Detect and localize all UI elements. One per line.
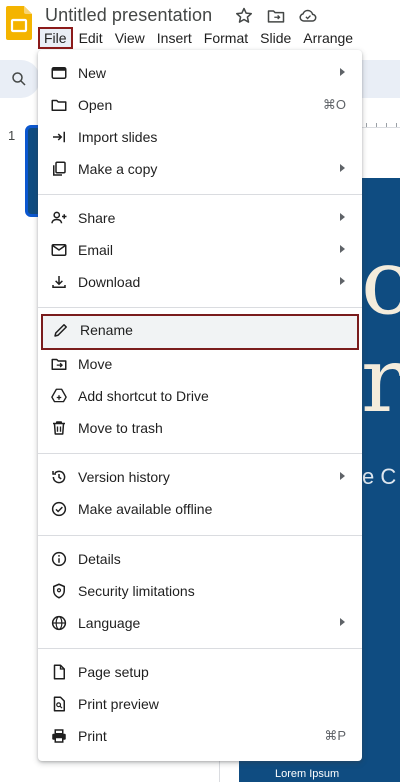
shortcut-print: ⌘P	[324, 728, 346, 743]
submenu-arrow-icon	[340, 164, 345, 172]
menu-arrange[interactable]: Arrange	[297, 27, 359, 49]
menu-item-email[interactable]: Email	[38, 234, 362, 266]
move-to-folder-icon[interactable]	[266, 6, 286, 26]
menu-search-button[interactable]	[0, 60, 40, 98]
menu-item-new[interactable]: New	[38, 57, 362, 89]
toolbar-background	[362, 60, 400, 98]
offline-check-icon	[50, 500, 68, 518]
shield-icon	[50, 582, 68, 600]
cloud-status-icon[interactable]	[298, 6, 318, 26]
menu-edit[interactable]: Edit	[73, 27, 109, 49]
menu-divider	[38, 307, 362, 308]
menu-divider	[38, 453, 362, 454]
submenu-arrow-icon	[340, 472, 345, 480]
menu-file[interactable]: File	[38, 27, 73, 49]
submenu-arrow-icon	[340, 277, 345, 285]
menu-item-download[interactable]: Download	[38, 266, 362, 298]
menu-divider	[38, 194, 362, 195]
menu-item-rename[interactable]: Rename	[41, 314, 359, 350]
submenu-arrow-icon	[340, 213, 345, 221]
submenu-arrow-icon	[340, 68, 345, 76]
pencil-icon	[52, 321, 70, 339]
shortcut-open: ⌘O	[322, 97, 346, 112]
menu-format[interactable]: Format	[198, 27, 254, 49]
globe-icon	[50, 614, 68, 632]
submenu-arrow-icon	[340, 618, 345, 626]
page-icon	[50, 663, 68, 681]
menu-item-language[interactable]: Language	[38, 607, 362, 639]
menu-item-make-available-offline[interactable]: Make available offline	[38, 493, 362, 525]
import-icon	[50, 128, 68, 146]
drive-shortcut-icon	[50, 387, 68, 405]
menu-item-move-to-trash[interactable]: Move to trash	[38, 412, 362, 444]
menu-item-open[interactable]: Open ⌘O	[38, 89, 362, 121]
menu-divider	[38, 648, 362, 649]
trash-icon	[50, 419, 68, 437]
menu-item-print[interactable]: Print ⌘P	[38, 720, 362, 752]
menu-item-page-setup[interactable]: Page setup	[38, 656, 362, 688]
submenu-arrow-icon	[340, 245, 345, 253]
menu-item-add-shortcut[interactable]: Add shortcut to Drive	[38, 380, 362, 412]
slide-footer-text: Lorem Ipsum	[275, 768, 340, 780]
history-icon	[50, 468, 68, 486]
copy-icon	[50, 160, 68, 178]
menu-item-version-history[interactable]: Version history	[38, 461, 362, 493]
slides-logo-icon[interactable]	[6, 6, 32, 40]
slide-number: 1	[8, 128, 16, 143]
new-slides-icon	[50, 64, 68, 82]
move-folder-icon	[50, 355, 68, 373]
mail-icon	[50, 241, 68, 259]
menu-divider	[38, 535, 362, 536]
slide-subtitle-fragment: e C	[362, 464, 397, 489]
search-icon	[12, 72, 26, 86]
folder-icon	[50, 96, 68, 114]
menu-view[interactable]: View	[109, 27, 151, 49]
menu-item-share[interactable]: Share	[38, 202, 362, 234]
menu-bar: File Edit View Insert Format Slide Arran…	[38, 27, 359, 49]
file-menu: New Open ⌘O Import slides Make a copy Sh…	[38, 50, 362, 761]
slide-heading-fragment-2: r	[361, 328, 400, 433]
info-icon	[50, 550, 68, 568]
download-icon	[50, 273, 68, 291]
menu-item-move[interactable]: Move	[38, 348, 362, 380]
menu-item-security-limitations[interactable]: Security limitations	[38, 575, 362, 607]
menu-item-details[interactable]: Details	[38, 543, 362, 575]
document-title[interactable]: Untitled presentation	[45, 5, 212, 26]
slide-heading-fragment-1: c	[361, 230, 400, 335]
menu-item-make-a-copy[interactable]: Make a copy	[38, 153, 362, 185]
menu-insert[interactable]: Insert	[151, 27, 198, 49]
star-icon[interactable]	[234, 6, 254, 26]
printer-icon	[50, 727, 68, 745]
person-add-icon	[50, 209, 68, 227]
menu-item-import-slides[interactable]: Import slides	[38, 121, 362, 153]
print-preview-icon	[50, 695, 68, 713]
menu-slide[interactable]: Slide	[254, 27, 297, 49]
menu-item-print-preview[interactable]: Print preview	[38, 688, 362, 720]
horizontal-ruler	[362, 118, 400, 128]
